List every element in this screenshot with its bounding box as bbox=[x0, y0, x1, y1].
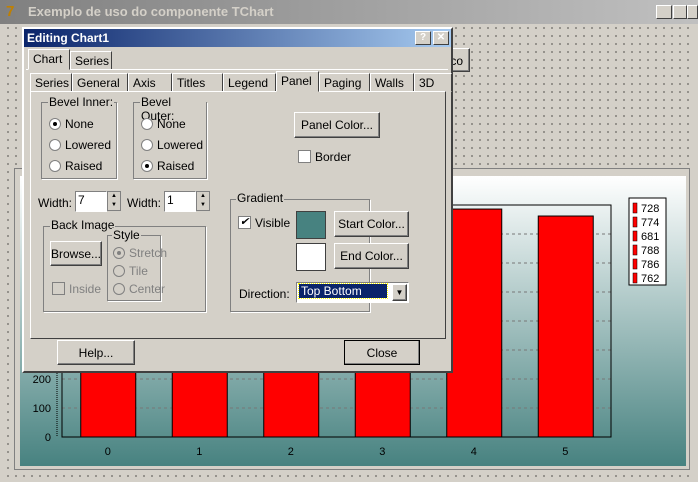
legend-swatch bbox=[632, 258, 638, 270]
inner-width-label: Width: bbox=[38, 196, 73, 210]
legend-item: 786 bbox=[641, 259, 659, 271]
inner-width-spinner[interactable]: ▲ ▼ bbox=[107, 191, 121, 211]
browse-button[interactable]: Browse... bbox=[50, 241, 102, 266]
subtab-walls[interactable]: Walls bbox=[370, 73, 414, 92]
x-tick-label: 0 bbox=[105, 446, 111, 458]
radio-outer-raised[interactable]: Raised bbox=[141, 158, 194, 173]
border-checkbox[interactable]: Border bbox=[298, 149, 351, 164]
editing-chart-dialog: Editing Chart1 ? ✕ Chart Series Series Ge… bbox=[22, 27, 453, 373]
x-tick-label: 5 bbox=[562, 446, 568, 458]
radio-outer-none[interactable]: None bbox=[141, 116, 186, 131]
subtab-titles[interactable]: Titles bbox=[172, 73, 223, 92]
back-image-label: Back Image bbox=[50, 218, 116, 232]
legend-swatch bbox=[632, 202, 638, 214]
subtab-legend[interactable]: Legend bbox=[223, 73, 276, 92]
x-tick-label: 4 bbox=[471, 446, 477, 458]
help-icon-button[interactable]: ? bbox=[415, 31, 431, 45]
dialog-close-button[interactable]: ✕ bbox=[433, 31, 449, 45]
legend-item: 774 bbox=[641, 217, 659, 229]
subtab-panel[interactable]: Panel bbox=[276, 71, 319, 92]
x-tick-label: 1 bbox=[196, 446, 202, 458]
back-image-group: Back Image Browse... Inside Style Stretc… bbox=[43, 218, 206, 312]
direction-select[interactable]: Top Bottom ▼ bbox=[296, 282, 409, 303]
dialog-titlebar: Editing Chart1 ? ✕ bbox=[24, 29, 451, 47]
legend-swatch bbox=[632, 272, 638, 284]
radio-inner-lowered[interactable]: Lowered bbox=[49, 137, 111, 152]
panel-color-button[interactable]: Panel Color... bbox=[294, 112, 380, 138]
bevel-outer-group: Bevel Outer: None Lowered Raised bbox=[133, 95, 207, 179]
legend-item: 762 bbox=[641, 273, 659, 285]
tab-chart[interactable]: Chart bbox=[28, 49, 70, 70]
legend-swatch bbox=[632, 230, 638, 242]
y-tick-label: 200 bbox=[33, 374, 51, 386]
subtab-3d[interactable]: 3D bbox=[414, 73, 452, 92]
help-button[interactable]: Help... bbox=[57, 340, 135, 365]
x-tick-label: 2 bbox=[288, 446, 294, 458]
legend-item: 788 bbox=[641, 245, 659, 257]
bar bbox=[537, 215, 594, 438]
legend-swatch bbox=[632, 216, 638, 228]
bar bbox=[446, 208, 503, 438]
gradient-group: Gradient ✔ Visible Start Color... End Col… bbox=[230, 191, 409, 312]
outer-width-label: Width: bbox=[127, 196, 162, 210]
style-group: Style Stretch Tile Center bbox=[107, 228, 167, 301]
end-color-button[interactable]: End Color... bbox=[334, 243, 409, 269]
y-tick-label: 100 bbox=[33, 403, 51, 415]
subtab-axis[interactable]: Axis bbox=[128, 73, 172, 92]
bevel-inner-group: Bevel Inner: None Lowered Raised bbox=[41, 95, 117, 179]
gradient-label: Gradient bbox=[236, 191, 285, 205]
y-tick-label: 0 bbox=[45, 432, 51, 444]
inner-width-input[interactable]: 7 bbox=[75, 191, 107, 212]
close-button[interactable]: Close bbox=[344, 340, 420, 365]
gradient-visible-checkbox[interactable]: ✔ Visible bbox=[238, 215, 290, 230]
legend-swatch bbox=[632, 244, 638, 256]
radio-tile[interactable]: Tile bbox=[113, 263, 148, 278]
end-color-swatch[interactable] bbox=[296, 243, 326, 271]
tab-series[interactable]: Series bbox=[70, 51, 112, 70]
radio-center[interactable]: Center bbox=[113, 281, 165, 296]
radio-inner-none[interactable]: None bbox=[49, 116, 94, 131]
legend-item: 681 bbox=[641, 231, 659, 243]
bevel-inner-label: Bevel Inner: bbox=[48, 95, 115, 109]
chevron-down-icon[interactable]: ▼ bbox=[392, 284, 407, 301]
inside-checkbox[interactable]: Inside bbox=[52, 281, 101, 296]
style-label: Style bbox=[112, 228, 141, 242]
radio-inner-raised[interactable]: Raised bbox=[49, 158, 102, 173]
outer-width-spinner[interactable]: ▲ ▼ bbox=[196, 191, 210, 211]
radio-outer-lowered[interactable]: Lowered bbox=[141, 137, 203, 152]
outer-width-input[interactable]: 1 bbox=[164, 191, 196, 212]
subtab-paging[interactable]: Paging bbox=[319, 73, 370, 92]
direction-label: Direction: bbox=[239, 287, 290, 301]
x-tick-label: 3 bbox=[379, 446, 385, 458]
radio-stretch[interactable]: Stretch bbox=[113, 245, 167, 260]
start-color-swatch[interactable] bbox=[296, 211, 326, 239]
subtab-general[interactable]: General bbox=[72, 73, 128, 92]
start-color-button[interactable]: Start Color... bbox=[334, 211, 409, 237]
subtab-series[interactable]: Series bbox=[30, 73, 72, 92]
dialog-title: Editing Chart1 bbox=[27, 31, 110, 45]
legend-item: 728 bbox=[641, 203, 659, 215]
